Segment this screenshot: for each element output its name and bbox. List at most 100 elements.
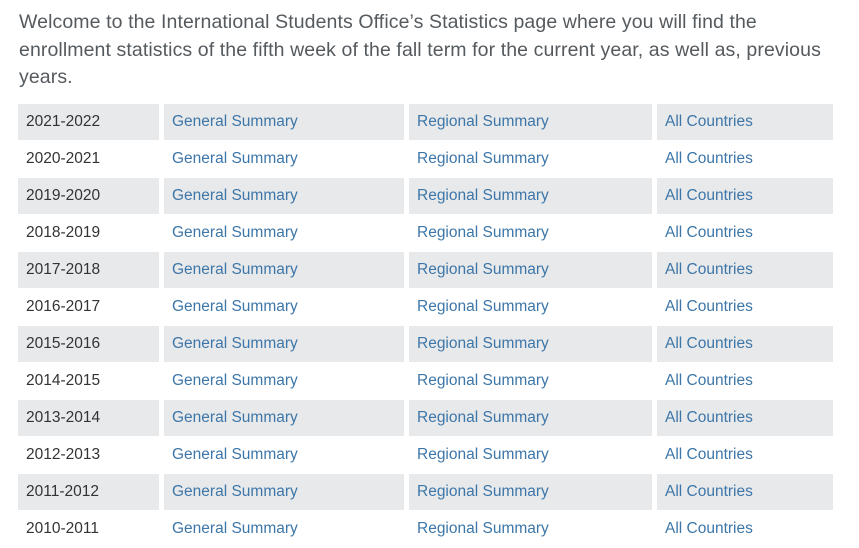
academic-year-cell: 2016-2017 xyxy=(18,289,164,326)
enrollment-statistics-table: 2021-2022 General Summary Regional Summary… xyxy=(18,104,833,548)
table-row: 2018-2019 General Summary Regional Summary… xyxy=(18,215,833,252)
general-summary-link-cell: General Summary xyxy=(164,363,409,400)
regional-summary-link-cell: Regional Summary xyxy=(409,474,657,511)
all-countries-link[interactable]: All Countries xyxy=(665,113,753,130)
general-summary-link-cell: General Summary xyxy=(164,289,409,326)
general-summary-link[interactable]: General Summary xyxy=(172,520,298,537)
all-countries-link-cell: All Countries xyxy=(657,400,833,437)
academic-year-cell: 2015-2016 xyxy=(18,326,164,363)
all-countries-link[interactable]: All Countries xyxy=(665,409,753,426)
table-row: 2020-2021 General Summary Regional Summary… xyxy=(18,141,833,178)
general-summary-link-cell: General Summary xyxy=(164,141,409,178)
all-countries-link-cell: All Countries xyxy=(657,104,833,141)
table-row: 2021-2022 General Summary Regional Summary… xyxy=(18,104,833,141)
table-row: 2019-2020 General Summary Regional Summary… xyxy=(18,178,833,215)
general-summary-link[interactable]: General Summary xyxy=(172,298,298,315)
all-countries-link-cell: All Countries xyxy=(657,363,833,400)
all-countries-link[interactable]: All Countries xyxy=(665,298,753,315)
table-row: 2016-2017 General Summary Regional Summary… xyxy=(18,289,833,326)
general-summary-link[interactable]: General Summary xyxy=(172,113,298,130)
all-countries-link-cell: All Countries xyxy=(657,178,833,215)
table-row: 2013-2014 General Summary Regional Summary… xyxy=(18,400,833,437)
regional-summary-link[interactable]: Regional Summary xyxy=(417,150,549,167)
regional-summary-link-cell: Regional Summary xyxy=(409,252,657,289)
regional-summary-link-cell: Regional Summary xyxy=(409,400,657,437)
general-summary-link[interactable]: General Summary xyxy=(172,372,298,389)
academic-year-cell: 2017-2018 xyxy=(18,252,164,289)
general-summary-link[interactable]: General Summary xyxy=(172,409,298,426)
regional-summary-link[interactable]: Regional Summary xyxy=(417,520,549,537)
regional-summary-link[interactable]: Regional Summary xyxy=(417,335,549,352)
academic-year-cell: 2021-2022 xyxy=(18,104,164,141)
regional-summary-link-cell: Regional Summary xyxy=(409,289,657,326)
regional-summary-link[interactable]: Regional Summary xyxy=(417,261,549,278)
academic-year-cell: 2011-2012 xyxy=(18,474,164,511)
regional-summary-link-cell: Regional Summary xyxy=(409,141,657,178)
regional-summary-link[interactable]: Regional Summary xyxy=(417,113,549,130)
general-summary-link[interactable]: General Summary xyxy=(172,150,298,167)
regional-summary-link-cell: Regional Summary xyxy=(409,178,657,215)
regional-summary-link[interactable]: Regional Summary xyxy=(417,224,549,241)
table-row: 2010-2011 General Summary Regional Summary… xyxy=(18,511,833,548)
intro-paragraph: Welcome to the International Students Of… xyxy=(0,0,859,92)
general-summary-link-cell: General Summary xyxy=(164,326,409,363)
academic-year-cell: 2012-2013 xyxy=(18,437,164,474)
academic-year-cell: 2020-2021 xyxy=(18,141,164,178)
academic-year-cell: 2019-2020 xyxy=(18,178,164,215)
general-summary-link[interactable]: General Summary xyxy=(172,446,298,463)
all-countries-link-cell: All Countries xyxy=(657,326,833,363)
regional-summary-link[interactable]: Regional Summary xyxy=(417,409,549,426)
regional-summary-link[interactable]: Regional Summary xyxy=(417,372,549,389)
table-row: 2017-2018 General Summary Regional Summary… xyxy=(18,252,833,289)
regional-summary-link-cell: Regional Summary xyxy=(409,437,657,474)
all-countries-link[interactable]: All Countries xyxy=(665,483,753,500)
statistics-page: Welcome to the International Students Of… xyxy=(0,0,859,548)
all-countries-link[interactable]: All Countries xyxy=(665,261,753,278)
general-summary-link[interactable]: General Summary xyxy=(172,261,298,278)
regional-summary-link-cell: Regional Summary xyxy=(409,511,657,548)
general-summary-link-cell: General Summary xyxy=(164,511,409,548)
regional-summary-link-cell: Regional Summary xyxy=(409,326,657,363)
all-countries-link[interactable]: All Countries xyxy=(665,224,753,241)
table-row: 2012-2013 General Summary Regional Summary… xyxy=(18,437,833,474)
all-countries-link[interactable]: All Countries xyxy=(665,187,753,204)
regional-summary-link[interactable]: Regional Summary xyxy=(417,187,549,204)
all-countries-link-cell: All Countries xyxy=(657,437,833,474)
general-summary-link[interactable]: General Summary xyxy=(172,187,298,204)
regional-summary-link[interactable]: Regional Summary xyxy=(417,298,549,315)
general-summary-link[interactable]: General Summary xyxy=(172,483,298,500)
general-summary-link[interactable]: General Summary xyxy=(172,335,298,352)
academic-year-cell: 2013-2014 xyxy=(18,400,164,437)
all-countries-link-cell: All Countries xyxy=(657,511,833,548)
regional-summary-link[interactable]: Regional Summary xyxy=(417,446,549,463)
table-row: 2015-2016 General Summary Regional Summary… xyxy=(18,326,833,363)
all-countries-link-cell: All Countries xyxy=(657,141,833,178)
all-countries-link-cell: All Countries xyxy=(657,252,833,289)
all-countries-link[interactable]: All Countries xyxy=(665,335,753,352)
academic-year-cell: 2014-2015 xyxy=(18,363,164,400)
general-summary-link-cell: General Summary xyxy=(164,400,409,437)
table-row: 2014-2015 General Summary Regional Summary… xyxy=(18,363,833,400)
all-countries-link[interactable]: All Countries xyxy=(665,520,753,537)
all-countries-link-cell: All Countries xyxy=(657,289,833,326)
general-summary-link-cell: General Summary xyxy=(164,178,409,215)
table-row: 2011-2012 General Summary Regional Summary… xyxy=(18,474,833,511)
regional-summary-link-cell: Regional Summary xyxy=(409,104,657,141)
general-summary-link-cell: General Summary xyxy=(164,437,409,474)
all-countries-link-cell: All Countries xyxy=(657,215,833,252)
regional-summary-link-cell: Regional Summary xyxy=(409,363,657,400)
academic-year-cell: 2010-2011 xyxy=(18,511,164,548)
regional-summary-link-cell: Regional Summary xyxy=(409,215,657,252)
general-summary-link-cell: General Summary xyxy=(164,252,409,289)
all-countries-link[interactable]: All Countries xyxy=(665,150,753,167)
statistics-table-container: 2021-2022 General Summary Regional Summary… xyxy=(18,104,833,548)
all-countries-link[interactable]: All Countries xyxy=(665,446,753,463)
all-countries-link[interactable]: All Countries xyxy=(665,372,753,389)
table-body: 2021-2022 General Summary Regional Summary… xyxy=(18,104,833,548)
all-countries-link-cell: All Countries xyxy=(657,474,833,511)
general-summary-link-cell: General Summary xyxy=(164,215,409,252)
regional-summary-link[interactable]: Regional Summary xyxy=(417,483,549,500)
general-summary-link-cell: General Summary xyxy=(164,104,409,141)
general-summary-link[interactable]: General Summary xyxy=(172,224,298,241)
academic-year-cell: 2018-2019 xyxy=(18,215,164,252)
